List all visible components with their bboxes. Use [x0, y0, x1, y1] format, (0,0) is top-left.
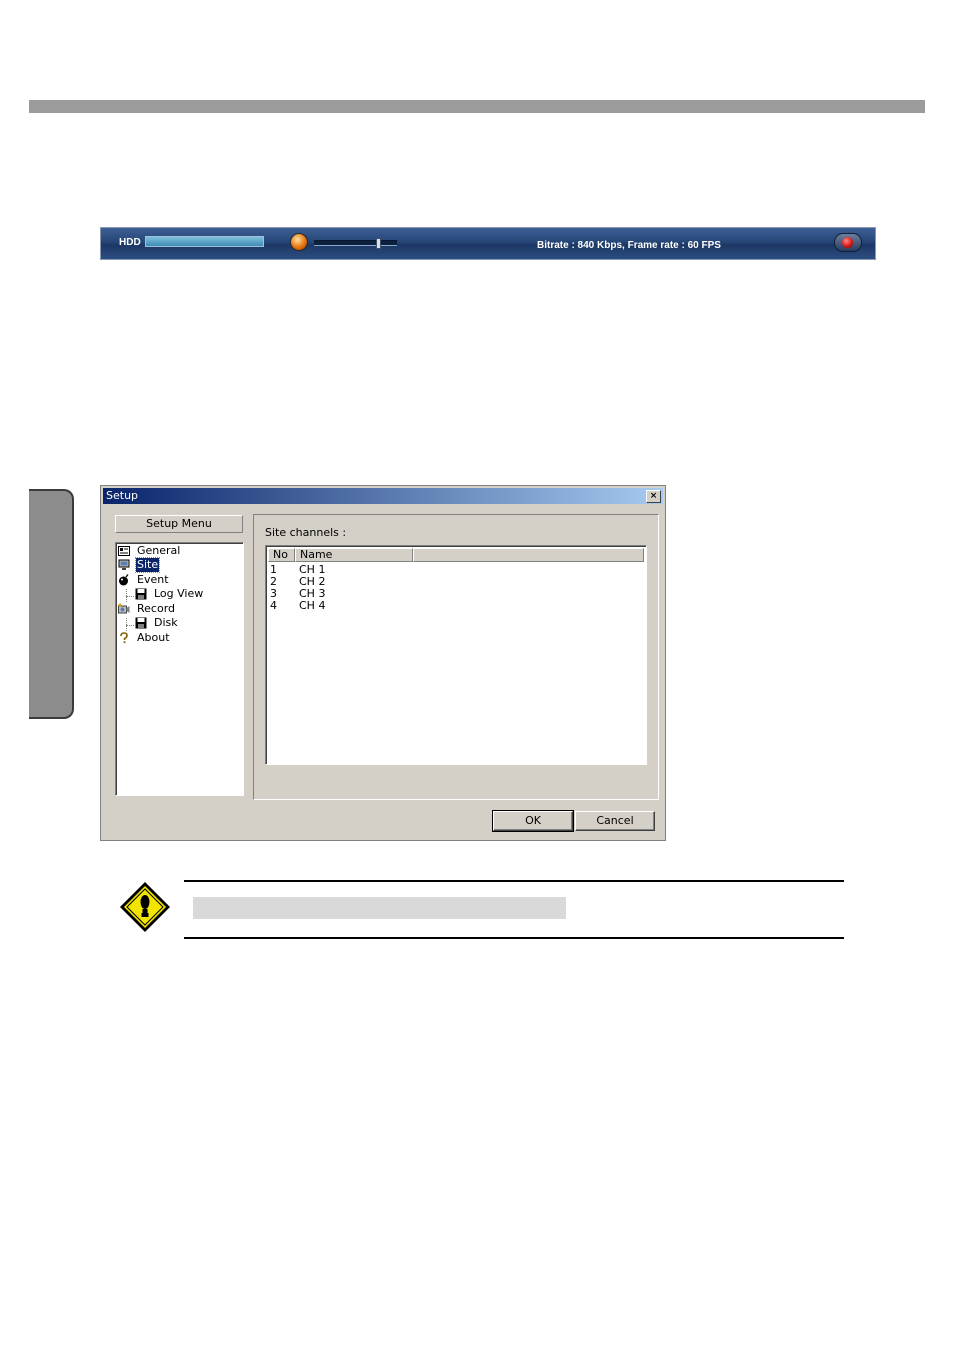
close-button[interactable]: × [646, 490, 661, 503]
tree-item-label: Disk [154, 616, 178, 629]
floppy-disk-icon [135, 617, 147, 629]
bitrate-status: Bitrate : 840 Kbps, Frame rate : 60 FPS [537, 240, 721, 251]
hdd-label: HDD [119, 237, 141, 248]
column-header-empty [413, 548, 644, 562]
question-icon [120, 632, 128, 644]
list-header: No Name [268, 548, 644, 562]
notice-top-rule [184, 880, 844, 882]
tree-item-label: General [137, 544, 181, 557]
close-icon: × [649, 491, 658, 501]
setup-menu-header: Setup Menu [115, 515, 243, 533]
setup-dialog: Setup × Setup Menu General Site Event Lo… [100, 485, 666, 841]
speaker-icon[interactable] [290, 233, 308, 251]
notice-highlight-bar [193, 897, 566, 919]
column-header-no[interactable]: No [268, 548, 295, 562]
tree-item-label: Record [137, 602, 176, 615]
power-button[interactable] [834, 233, 862, 252]
status-bar: HDD Bitrate : 840 Kbps, Frame rate : 60 … [100, 227, 876, 260]
tree-item-label: Site [134, 557, 161, 573]
tree-connector [126, 596, 134, 597]
site-channels-list[interactable]: No Name 1 CH 1 2 CH 2 3 CH 3 4 CH 4 [265, 545, 647, 765]
setup-menu-tree: General Site Event Log View Record Disk … [115, 542, 244, 796]
volume-slider-thumb[interactable] [376, 238, 381, 249]
dialog-titlebar[interactable]: Setup × [103, 488, 663, 504]
bomb-icon [119, 574, 129, 586]
volume-slider[interactable] [314, 238, 397, 249]
site-channels-group: Site channels : No Name 1 CH 1 2 CH 2 3 … [253, 514, 659, 800]
tree-connector [126, 625, 134, 626]
cell-name: CH 4 [299, 599, 326, 612]
general-icon [118, 546, 130, 556]
hdd-usage-bar [145, 236, 264, 247]
hdd-usage-fill [146, 237, 263, 246]
monitor-icon [118, 559, 130, 570]
cancel-button[interactable]: Cancel [575, 811, 655, 831]
side-tab [29, 489, 74, 719]
power-icon [842, 237, 853, 248]
floppy-disk-icon [135, 588, 147, 600]
cell-no: 4 [270, 599, 277, 612]
caution-icon [120, 882, 170, 932]
site-channels-label: Site channels : [265, 526, 347, 539]
dialog-title: Setup [106, 489, 139, 502]
ok-button[interactable]: OK [492, 810, 574, 832]
tree-item-label: Log View [154, 587, 204, 600]
column-header-name[interactable]: Name [295, 548, 413, 562]
record-icon [118, 603, 130, 614]
top-rule [29, 100, 925, 113]
tree-item-label: About [137, 631, 170, 644]
tree-item-label: Event [137, 573, 169, 586]
notice-bottom-rule [184, 937, 844, 939]
